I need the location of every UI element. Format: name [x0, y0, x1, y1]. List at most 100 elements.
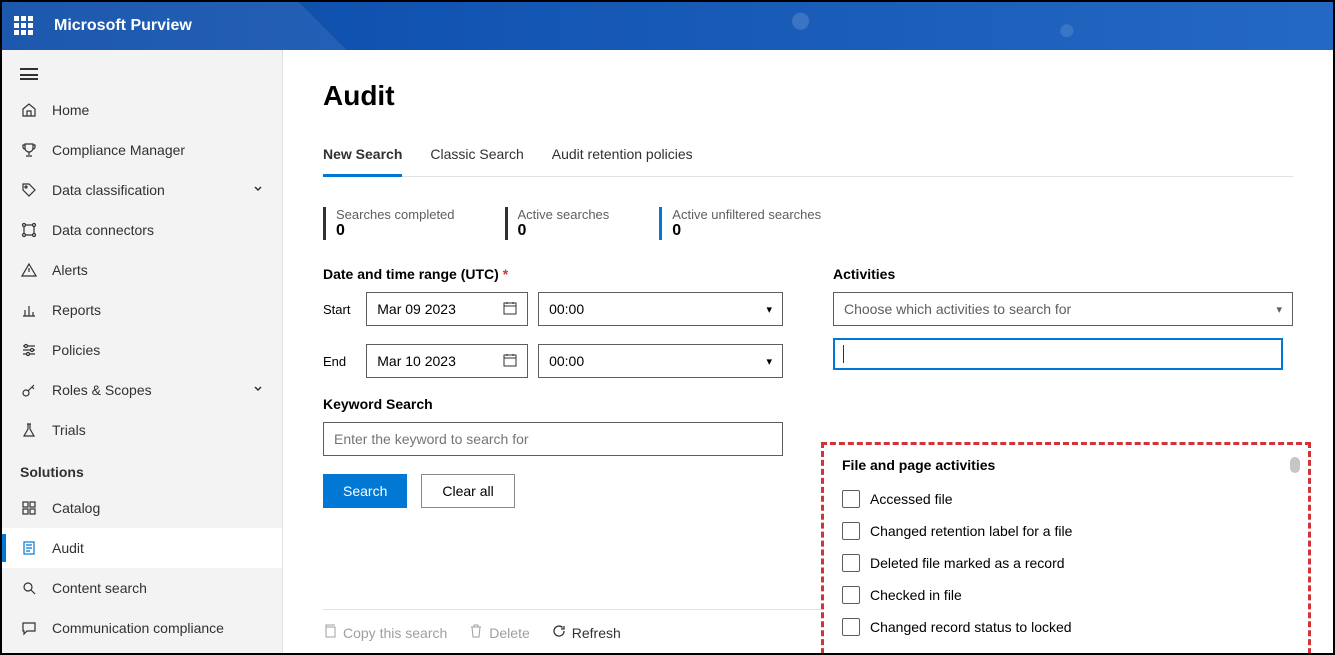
sidebar-item-label: Content search: [52, 580, 147, 596]
sidebar-item-label: Policies: [52, 342, 100, 358]
sidebar-item-audit[interactable]: Audit: [2, 528, 282, 568]
sidebar-item-label: Compliance Manager: [52, 142, 185, 158]
end-date-value: Mar 10 2023: [377, 353, 456, 369]
copy-icon: [323, 624, 337, 641]
checkbox[interactable]: [842, 490, 860, 508]
activities-select[interactable]: Choose which activities to search for ▾: [833, 292, 1293, 326]
stat-value: 0: [518, 222, 610, 240]
start-date-input[interactable]: Mar 09 2023: [366, 292, 528, 326]
sidebar-item-label: Alerts: [52, 262, 88, 278]
stat-searches-completed: Searches completed 0: [323, 207, 455, 240]
tag-icon: [20, 181, 38, 199]
vertical-scrollbar-thumb[interactable]: [1290, 457, 1300, 473]
stat-value: 0: [336, 222, 455, 240]
sidebar-item-trials[interactable]: Trials: [2, 410, 282, 450]
stats-row: Searches completed 0 Active searches 0 A…: [323, 207, 1293, 240]
sidebar-item-label: Data connectors: [52, 222, 154, 238]
sidebar-item-alerts[interactable]: Alerts: [2, 250, 282, 290]
activities-label: Activities: [833, 266, 1293, 282]
brand-title: Microsoft Purview: [54, 17, 192, 35]
activities-group-header: File and page activities: [842, 457, 1300, 473]
main-content: Audit New Search Classic Search Audit re…: [283, 50, 1333, 653]
checkbox[interactable]: [842, 618, 860, 636]
chevron-down-icon: ▾: [1276, 303, 1282, 316]
app-launcher-icon[interactable]: [14, 16, 34, 36]
keyword-field[interactable]: [334, 423, 772, 455]
stat-active-searches: Active searches 0: [505, 207, 610, 240]
sidebar-item-content-search[interactable]: Content search: [2, 568, 282, 608]
clear-all-button[interactable]: Clear all: [421, 474, 514, 508]
activity-option[interactable]: Changed retention label for a file: [842, 515, 1300, 547]
sidebar-item-catalog[interactable]: Catalog: [2, 488, 282, 528]
checkbox[interactable]: [842, 554, 860, 572]
activities-search-input[interactable]: [833, 338, 1283, 370]
calendar-icon: [503, 353, 517, 370]
grid-icon: [20, 499, 38, 517]
checkbox[interactable]: [842, 586, 860, 604]
sidebar-toggle[interactable]: [2, 58, 282, 90]
activities-dropdown-panel: ▴ File and page activities Accessed file…: [821, 442, 1311, 653]
search-icon: [20, 579, 38, 597]
sidebar-item-data-classification[interactable]: Data classification: [2, 170, 282, 210]
text-cursor: [843, 345, 844, 363]
activity-label: Deleted file marked as a record: [870, 555, 1065, 571]
start-label: Start: [323, 302, 356, 317]
sidebar-item-label: Catalog: [52, 500, 100, 516]
end-time-input[interactable]: 00:00 ▾: [538, 344, 783, 378]
chevron-down-icon: ▾: [766, 355, 772, 368]
app-header: Microsoft Purview: [2, 2, 1333, 50]
sidebar-item-label: Trials: [52, 422, 86, 438]
sidebar-item-label: Roles & Scopes: [52, 382, 152, 398]
sidebar-item-home[interactable]: Home: [2, 90, 282, 130]
end-label: End: [323, 354, 356, 369]
keyword-input[interactable]: [323, 422, 783, 456]
refresh-button[interactable]: Refresh: [552, 624, 621, 641]
stat-label: Active searches: [518, 207, 610, 222]
chart-icon: [20, 301, 38, 319]
activity-option[interactable]: Deleted file marked as a record: [842, 547, 1300, 579]
alert-icon: [20, 261, 38, 279]
activity-label: Checked in file: [870, 587, 962, 603]
sidebar-item-label: Data classification: [52, 182, 165, 198]
sidebar-item-roles-scopes[interactable]: Roles & Scopes: [2, 370, 282, 410]
sidebar-item-reports[interactable]: Reports: [2, 290, 282, 330]
activity-label: Changed retention label for a file: [870, 523, 1072, 539]
sidebar-item-label: Reports: [52, 302, 101, 318]
checkbox[interactable]: [842, 522, 860, 540]
calendar-icon: [503, 301, 517, 318]
chevron-down-icon: ▾: [766, 303, 772, 316]
refresh-icon: [552, 624, 566, 641]
activity-option[interactable]: Accessed file: [842, 483, 1300, 515]
sidebar-item-data-connectors[interactable]: Data connectors: [2, 210, 282, 250]
delete-label: Delete: [489, 625, 529, 641]
tab-classic-search[interactable]: Classic Search: [430, 136, 523, 176]
start-time-value: 00:00: [549, 301, 584, 317]
chevron-down-icon: [252, 182, 264, 198]
end-date-input[interactable]: Mar 10 2023: [366, 344, 528, 378]
activity-option[interactable]: Changed record status to locked: [842, 611, 1300, 643]
solutions-header: Solutions: [2, 450, 282, 488]
sidebar-item-label: Home: [52, 102, 89, 118]
start-time-input[interactable]: 00:00 ▾: [538, 292, 783, 326]
sidebar-item-label: Audit: [52, 540, 84, 556]
copy-search-button: Copy this search: [323, 624, 447, 641]
page-title: Audit: [323, 80, 1293, 112]
sidebar-item-compliance-manager[interactable]: Compliance Manager: [2, 130, 282, 170]
stat-active-unfiltered: Active unfiltered searches 0: [659, 207, 821, 240]
activity-label: Accessed file: [870, 491, 952, 507]
sidebar-item-label: Communication compliance: [52, 620, 224, 636]
sidebar-item-communication-compliance[interactable]: Communication compliance: [2, 608, 282, 648]
tab-new-search[interactable]: New Search: [323, 136, 402, 177]
end-time-value: 00:00: [549, 353, 584, 369]
stat-label: Active unfiltered searches: [672, 207, 821, 222]
start-date-value: Mar 09 2023: [377, 301, 456, 317]
keyword-label: Keyword Search: [323, 396, 783, 412]
activity-option[interactable]: Checked in file: [842, 579, 1300, 611]
search-button[interactable]: Search: [323, 474, 407, 508]
comm-icon: [20, 619, 38, 637]
tab-audit-retention[interactable]: Audit retention policies: [552, 136, 693, 176]
sidebar-item-policies[interactable]: Policies: [2, 330, 282, 370]
trophy-icon: [20, 141, 38, 159]
sidebar: Home Compliance Manager Data classificat…: [2, 50, 283, 653]
refresh-label: Refresh: [572, 625, 621, 641]
